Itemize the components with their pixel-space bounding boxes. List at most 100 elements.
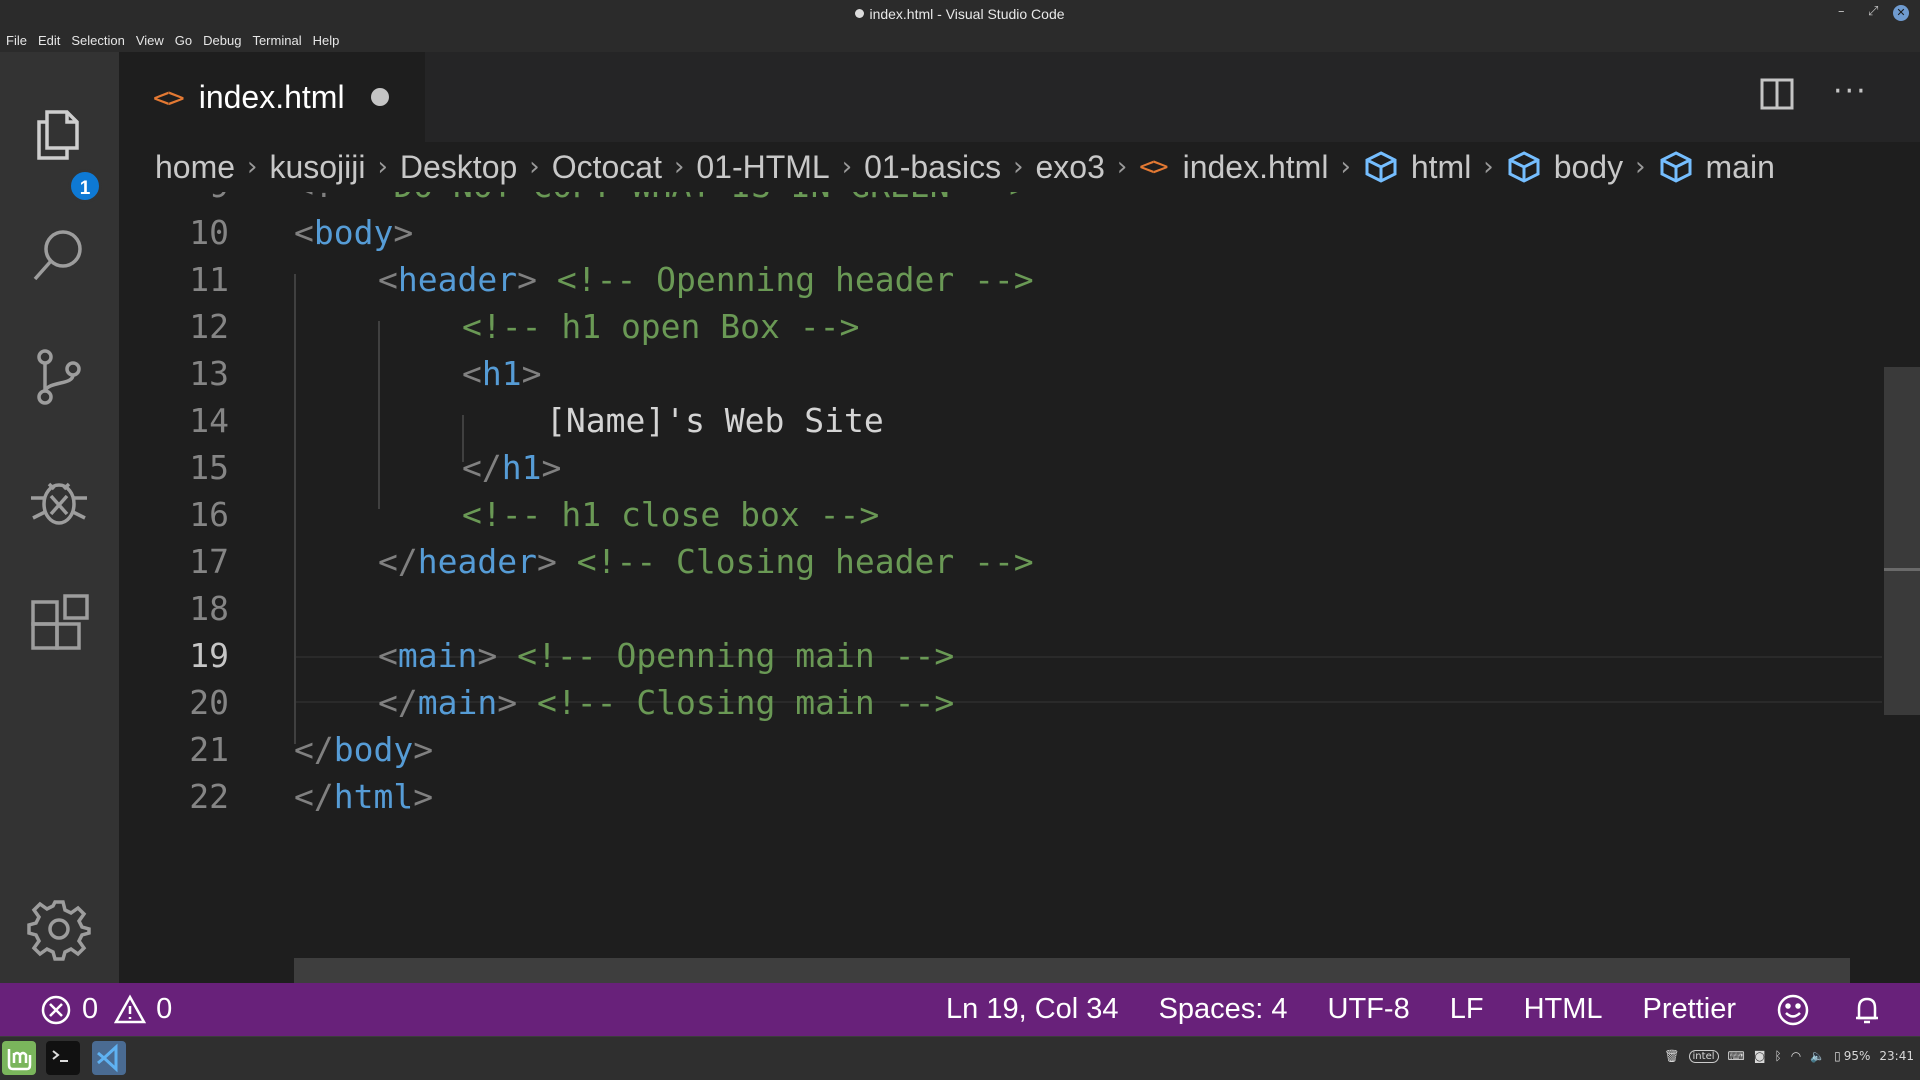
breadcrumb-item[interactable]: body (1506, 149, 1623, 186)
explorer-button[interactable] (24, 99, 94, 169)
breadcrumb-item[interactable]: 01-basics (864, 149, 1001, 186)
menu-go[interactable]: Go (175, 33, 192, 48)
breadcrumb-item[interactable]: kusojiji (269, 149, 365, 186)
encoding-setting[interactable]: UTF-8 (1328, 993, 1410, 1026)
debug-button[interactable] (24, 465, 94, 535)
code-line[interactable]: 19 <main> <!-- Openning main --> (119, 632, 1882, 679)
breadcrumb-label: 01-HTML (696, 148, 830, 185)
extensions-icon (31, 594, 89, 650)
code-line[interactable]: 12 <!-- h1 open Box --> (119, 303, 1882, 350)
code-token: > (413, 730, 434, 769)
code-line[interactable]: 11 <header> <!-- Openning header --> (119, 256, 1882, 303)
battery-percent: 95% (1843, 1049, 1871, 1063)
code-token: <!-- Closing header --> (576, 542, 1034, 581)
tab-index-html[interactable]: <> index.html (119, 52, 425, 142)
menu-view[interactable]: View (136, 33, 164, 48)
breadcrumb-item[interactable]: main (1658, 149, 1775, 186)
breadcrumb-label: Desktop (399, 148, 518, 185)
vscode-app-icon[interactable] (92, 1041, 126, 1075)
explorer-badge: 1 (68, 169, 102, 203)
close-button[interactable]: ✕ (1893, 5, 1909, 21)
symbol-element-icon (1660, 151, 1691, 183)
menu-terminal[interactable]: Terminal (252, 33, 301, 48)
breadcrumb-item[interactable]: Octocat (552, 149, 662, 186)
search-button[interactable] (24, 220, 94, 290)
breadcrumb-item[interactable]: Desktop (400, 149, 517, 186)
breadcrumb-item[interactable]: exo3 (1035, 149, 1104, 186)
eol-setting[interactable]: LF (1450, 993, 1484, 1026)
extensions-button[interactable] (24, 589, 94, 659)
breadcrumb-item[interactable]: home (155, 149, 235, 186)
html-file-icon: <> (1139, 152, 1168, 182)
breadcrumb-item[interactable]: 01-HTML (696, 149, 829, 186)
code-line[interactable]: 16 <!-- h1 close box --> (119, 491, 1882, 538)
search-icon (33, 230, 82, 281)
keyboard-icon[interactable]: ⌨ (1728, 1049, 1745, 1063)
breadcrumb-separator-icon: › (247, 152, 258, 182)
camera-icon[interactable]: ◙ (1754, 1049, 1766, 1063)
code-token: < (378, 260, 398, 299)
code-editor[interactable]: 9<!-- DO NOT COPY WHAT IS IN GREEN -->10… (119, 192, 1920, 983)
breadcrumb-item[interactable]: <> index.html (1139, 149, 1328, 186)
system-tray: 🗑 intel ⌨ ◙ ᛒ ◠ 🔈 ▯ 95% 23:41 (1655, 1049, 1914, 1063)
breadcrumb-separator-icon: › (1483, 152, 1494, 182)
code-line[interactable]: 21 </body> (119, 726, 1882, 773)
manage-button[interactable] (24, 894, 94, 964)
bluetooth-icon[interactable]: ᛒ (1774, 1049, 1781, 1063)
code-line[interactable]: 10 <body> (119, 209, 1882, 256)
formatter-status[interactable]: Prettier (1643, 993, 1736, 1026)
line-number: 21 (189, 730, 229, 769)
unsaved-indicator-icon[interactable] (370, 88, 389, 106)
code-text: <!-- DO NOT COPY WHAT IS IN GREEN --> (294, 192, 1029, 209)
menu-edit[interactable]: Edit (38, 33, 60, 48)
indentation-setting[interactable]: Spaces: 4 (1159, 993, 1288, 1026)
battery-icon[interactable]: ▯ (1834, 1049, 1841, 1063)
mint-menu-icon[interactable] (2, 1041, 36, 1075)
status-bar: 0 0 Ln 19, Col 34 Spaces: 4 UTF-8 LF HTM… (0, 983, 1920, 1036)
code-token: <!-- Openning main --> (517, 636, 955, 675)
code-line[interactable]: 15 </h1> (119, 444, 1882, 491)
os-taskbar: 🗑 intel ⌨ ◙ ᛒ ◠ 🔈 ▯ 95% 23:41 (0, 1036, 1920, 1080)
feedback-smiley-icon[interactable] (1776, 993, 1810, 1027)
code-line[interactable]: 9 <!-- DO NOT COPY WHAT IS IN GREEN --> (119, 192, 1882, 209)
clock[interactable]: 23:41 (1879, 1049, 1914, 1063)
language-mode[interactable]: HTML (1524, 993, 1603, 1026)
error-count: 0 (82, 993, 99, 1025)
code-token: h1 (501, 448, 542, 487)
code-token: > (497, 683, 537, 722)
source-control-button[interactable] (24, 342, 94, 412)
breadcrumb-item[interactable]: html (1363, 149, 1471, 186)
more-actions-icon[interactable]: ··· (1833, 74, 1868, 109)
minimize-button[interactable]: – (1838, 4, 1845, 19)
code-text: </main> <!-- Closing main --> (378, 679, 954, 726)
code-line[interactable]: 20 </main> <!-- Closing main --> (119, 679, 1882, 726)
menu-debug[interactable]: Debug (203, 33, 241, 48)
breadcrumb-separator-icon: › (1635, 152, 1646, 182)
line-number: 18 (189, 589, 229, 628)
code-line[interactable]: 13 <h1> (119, 350, 1882, 397)
problems-indicator[interactable]: 0 0 (40, 983, 188, 1036)
breadcrumb-label: exo3 (1035, 148, 1105, 185)
wifi-icon[interactable]: ◠ (1791, 1049, 1801, 1063)
code-line[interactable]: 22 </html> (119, 773, 1882, 820)
terminal-app-icon[interactable] (46, 1041, 80, 1075)
code-line[interactable]: 17 </header> <!-- Closing header --> (119, 538, 1882, 585)
code-token: </ (378, 683, 418, 722)
intel-icon[interactable]: intel (1688, 1049, 1719, 1063)
code-text: <header> <!-- Openning header --> (378, 256, 1034, 303)
trash-icon[interactable]: 🗑 (1664, 1049, 1679, 1063)
bell-icon[interactable] (1850, 993, 1884, 1027)
line-number: 17 (189, 542, 229, 581)
split-editor-icon[interactable] (1759, 76, 1795, 112)
code-line[interactable]: 14 [Name]'s Web Site (119, 397, 1882, 444)
vertical-scrollbar[interactable] (1884, 367, 1920, 715)
breadcrumb-label: kusojiji (269, 148, 366, 185)
code-line[interactable]: 18 (119, 585, 1882, 632)
horizontal-scrollbar[interactable] (294, 958, 1850, 983)
volume-icon[interactable]: 🔈 (1810, 1049, 1825, 1063)
menu-help[interactable]: Help (313, 33, 340, 48)
menu-file[interactable]: File (6, 33, 27, 48)
menu-selection[interactable]: Selection (71, 33, 124, 48)
maximize-button[interactable]: ⤢ (1868, 4, 1878, 19)
cursor-position[interactable]: Ln 19, Col 34 (946, 993, 1119, 1026)
